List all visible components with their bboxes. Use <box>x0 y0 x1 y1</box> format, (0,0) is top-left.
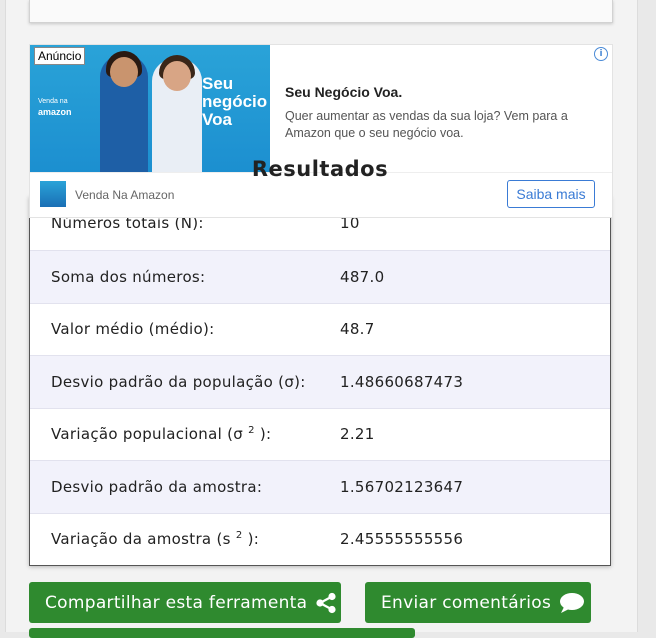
share-button-label: Compartilhar esta ferramenta <box>45 592 308 613</box>
row-label: Valor médio (médio): <box>51 320 215 338</box>
ad-sponsor-logo <box>40 181 66 207</box>
ad-cta-button[interactable]: Saiba mais <box>507 180 595 208</box>
row-value: 2.45555555556 <box>340 530 464 548</box>
ad-sponsor-name[interactable]: Venda Na Amazon <box>75 188 174 202</box>
table-row: Valor médio (médio): 48.7 <box>30 303 610 355</box>
previous-card <box>29 0 613 23</box>
row-value: 1.56702123647 <box>340 478 464 496</box>
ad-badge: Anúncio <box>34 47 86 65</box>
ad-description: Quer aumentar as vendas da sua loja? Vem… <box>285 109 568 140</box>
row-value: 487.0 <box>340 268 385 286</box>
feedback-button-label: Enviar comentários <box>381 592 552 613</box>
ad-image-brand: amazon <box>38 107 72 117</box>
ad-image[interactable]: Venda na amazon Seu negócio Voa Anúncio <box>30 45 270 172</box>
row-label: Variação populacional (σ 2 ): <box>51 425 272 443</box>
table-row: Variação populacional (σ 2 ): 2.21 <box>30 408 610 460</box>
table-row: Variação da amostra (s 2 ): 2.4555555555… <box>30 513 610 565</box>
ad-image-slogan: Seu negócio Voa <box>202 74 268 129</box>
results-heading: Resultados <box>251 157 389 181</box>
row-label: Variação da amostra (s 2 ): <box>51 530 260 548</box>
share-icon <box>315 592 337 614</box>
send-feedback-button[interactable]: Enviar comentários <box>365 582 591 623</box>
comment-icon <box>559 592 585 614</box>
table-row: Soma dos números: 487.0 <box>30 250 610 304</box>
ad-person-head <box>163 61 191 91</box>
table-row: Desvio padrão da amostra: 1.56702123647 <box>30 460 610 514</box>
table-row: Desvio padrão da população (σ): 1.486606… <box>30 355 610 409</box>
ad-info-icon[interactable]: i <box>594 47 608 61</box>
ad-banner[interactable]: Venda na amazon Seu negócio Voa Anúncio … <box>29 44 613 218</box>
additional-button[interactable] <box>29 628 415 638</box>
row-value: 48.7 <box>340 320 375 338</box>
ad-person-head <box>110 57 138 87</box>
row-label: Soma dos números: <box>51 268 206 286</box>
row-value: 2.21 <box>340 425 375 443</box>
row-label: Desvio padrão da população (σ): <box>51 373 306 391</box>
row-value: 1.48660687473 <box>340 373 464 391</box>
results-table: Números totais (N): 10 Soma dos números:… <box>29 196 611 566</box>
superscript: 2 <box>235 530 243 541</box>
row-label: Desvio padrão da amostra: <box>51 478 263 496</box>
superscript: 2 <box>248 425 255 436</box>
share-tool-button[interactable]: Compartilhar esta ferramenta <box>29 582 341 623</box>
ad-headline[interactable]: Seu Negócio Voa. <box>285 84 402 100</box>
ad-image-text: Venda na <box>38 98 68 105</box>
